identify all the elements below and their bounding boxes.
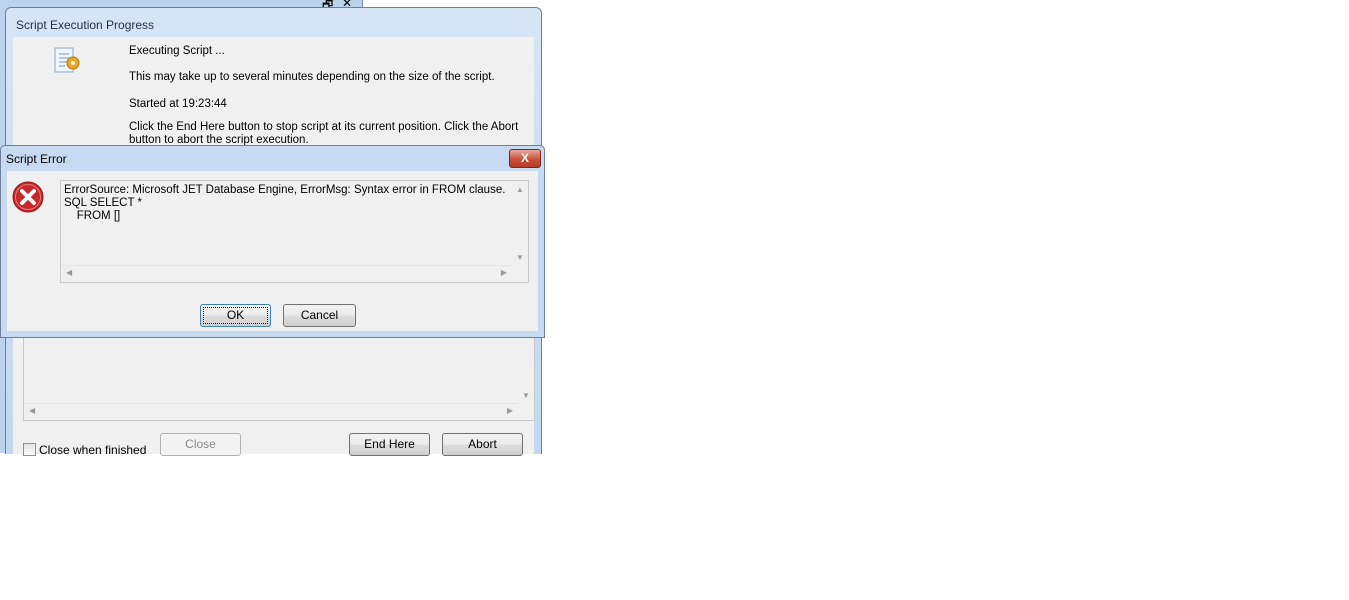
horizontal-scrollbar[interactable]: ◀ ▶ (61, 265, 512, 282)
start-time: Started at 19:23:44 (129, 98, 227, 110)
close-when-finished-label: Close when finished (39, 443, 147, 457)
end-here-button[interactable]: End Here (349, 433, 430, 456)
error-line: ErrorSource: Microsoft JET Database Engi… (64, 184, 506, 196)
dialog-title: Script Error (6, 152, 67, 166)
status-line: Executing Script ... (129, 45, 225, 57)
log-output[interactable]: ▼ ◀ ▶ (23, 327, 535, 421)
horizontal-scrollbar[interactable]: ◀ ▶ (24, 403, 518, 420)
cancel-button[interactable]: Cancel (283, 304, 356, 327)
hint-line-1: Click the End Here button to stop script… (129, 121, 519, 133)
close-button[interactable]: X (509, 149, 541, 168)
close-button[interactable]: Close (160, 433, 241, 456)
dialog-title: Script Execution Progress (16, 18, 155, 32)
info-line: This may take up to several minutes depe… (129, 71, 495, 83)
abort-button[interactable]: Abort (442, 433, 523, 456)
close-when-finished-checkbox[interactable] (23, 443, 36, 456)
error-icon (12, 181, 44, 213)
error-message-box[interactable]: ErrorSource: Microsoft JET Database Engi… (60, 180, 529, 283)
dialog-client: ErrorSource: Microsoft JET Database Engi… (7, 171, 538, 331)
vertical-scrollbar[interactable]: ▼ (518, 328, 534, 404)
ok-button[interactable]: OK (200, 304, 271, 327)
script-error-dialog: Script Error X ErrorSource: Microsoft JE… (0, 145, 545, 338)
script-gear-icon (54, 47, 80, 73)
error-line: SQL SELECT * (64, 197, 142, 209)
error-line: FROM [] (64, 210, 121, 222)
vertical-scrollbar[interactable]: ▲ ▼ (512, 181, 528, 266)
